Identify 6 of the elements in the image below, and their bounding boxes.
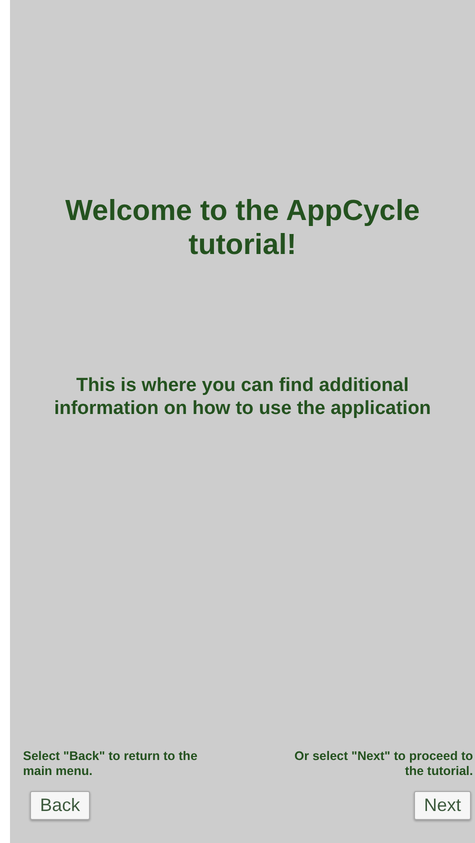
next-button[interactable]: Next xyxy=(414,791,471,820)
welcome-title: Welcome to the AppCycle tutorial! xyxy=(64,194,421,262)
hint-text: Select "Back" to return to the main menu. xyxy=(23,749,198,779)
hint-text: Or select "Next" to proceed to the tutorial. xyxy=(293,749,473,779)
back-button[interactable]: Back xyxy=(30,791,90,820)
description-text: This is where you can find additional information on how to use the application xyxy=(53,374,432,420)
